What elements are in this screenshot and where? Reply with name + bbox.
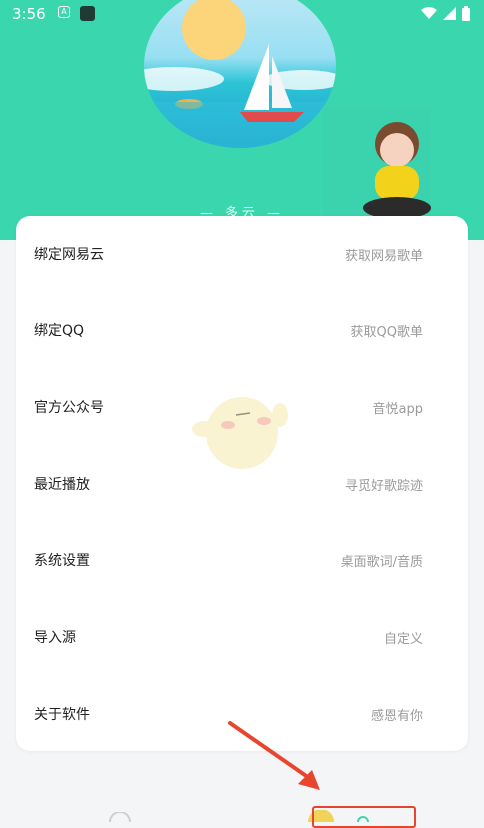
- weather-illustration: [144, 0, 336, 148]
- notification-a-icon: A: [58, 6, 70, 18]
- menu-item-label: 关于软件: [34, 707, 90, 723]
- avatar[interactable]: [323, 108, 431, 220]
- menu-item-label: 导入源: [34, 630, 76, 646]
- menu-item-official-account[interactable]: 官方公众号 音悦app: [16, 377, 468, 437]
- status-time: 3:56: [12, 5, 46, 23]
- highlight-box-annotation: [312, 806, 416, 828]
- menu-item-value: 获取QQ歌单: [350, 324, 423, 340]
- menu-item-label: 最近播放: [34, 477, 90, 493]
- settings-card: 绑定网易云 获取网易歌单 绑定QQ 获取QQ歌单 官方公众号 音悦app 最近播…: [16, 216, 468, 751]
- disc-tab-icon[interactable]: [108, 812, 132, 822]
- battery-icon: [462, 6, 470, 21]
- menu-item-label: 绑定QQ: [34, 323, 85, 339]
- menu-item-value: 自定义: [383, 631, 423, 647]
- menu-item-value: 音悦app: [372, 401, 423, 417]
- menu-item-recent-play[interactable]: 最近播放 寻觅好歌踪迹: [16, 454, 468, 514]
- menu-item-bind-qq[interactable]: 绑定QQ 获取QQ歌单: [16, 300, 468, 360]
- menu-item-import-source[interactable]: 导入源 自定义: [16, 607, 468, 667]
- menu-item-label: 绑定网易云: [34, 247, 104, 263]
- menu-item-bind-netease[interactable]: 绑定网易云 获取网易歌单: [16, 224, 468, 284]
- menu-item-label: 官方公众号: [34, 400, 104, 416]
- sitting-character-icon: [363, 122, 431, 219]
- sailboat-scene-icon: [144, 0, 336, 148]
- wifi-icon: [421, 7, 437, 19]
- app-icon: [80, 6, 95, 21]
- menu-item-value: 获取网易歌单: [344, 248, 423, 264]
- header-banner: 3:56 A — 多云 —: [0, 0, 484, 240]
- menu-item-value: 桌面歌词/音质: [340, 554, 423, 570]
- menu-item-value: 寻觅好歌踪迹: [344, 478, 423, 494]
- menu-item-label: 系统设置: [34, 553, 90, 569]
- menu-item-system-settings[interactable]: 系统设置 桌面歌词/音质: [16, 530, 468, 590]
- menu-item-value: 感恩有你: [370, 708, 423, 724]
- signal-icon: [443, 7, 456, 20]
